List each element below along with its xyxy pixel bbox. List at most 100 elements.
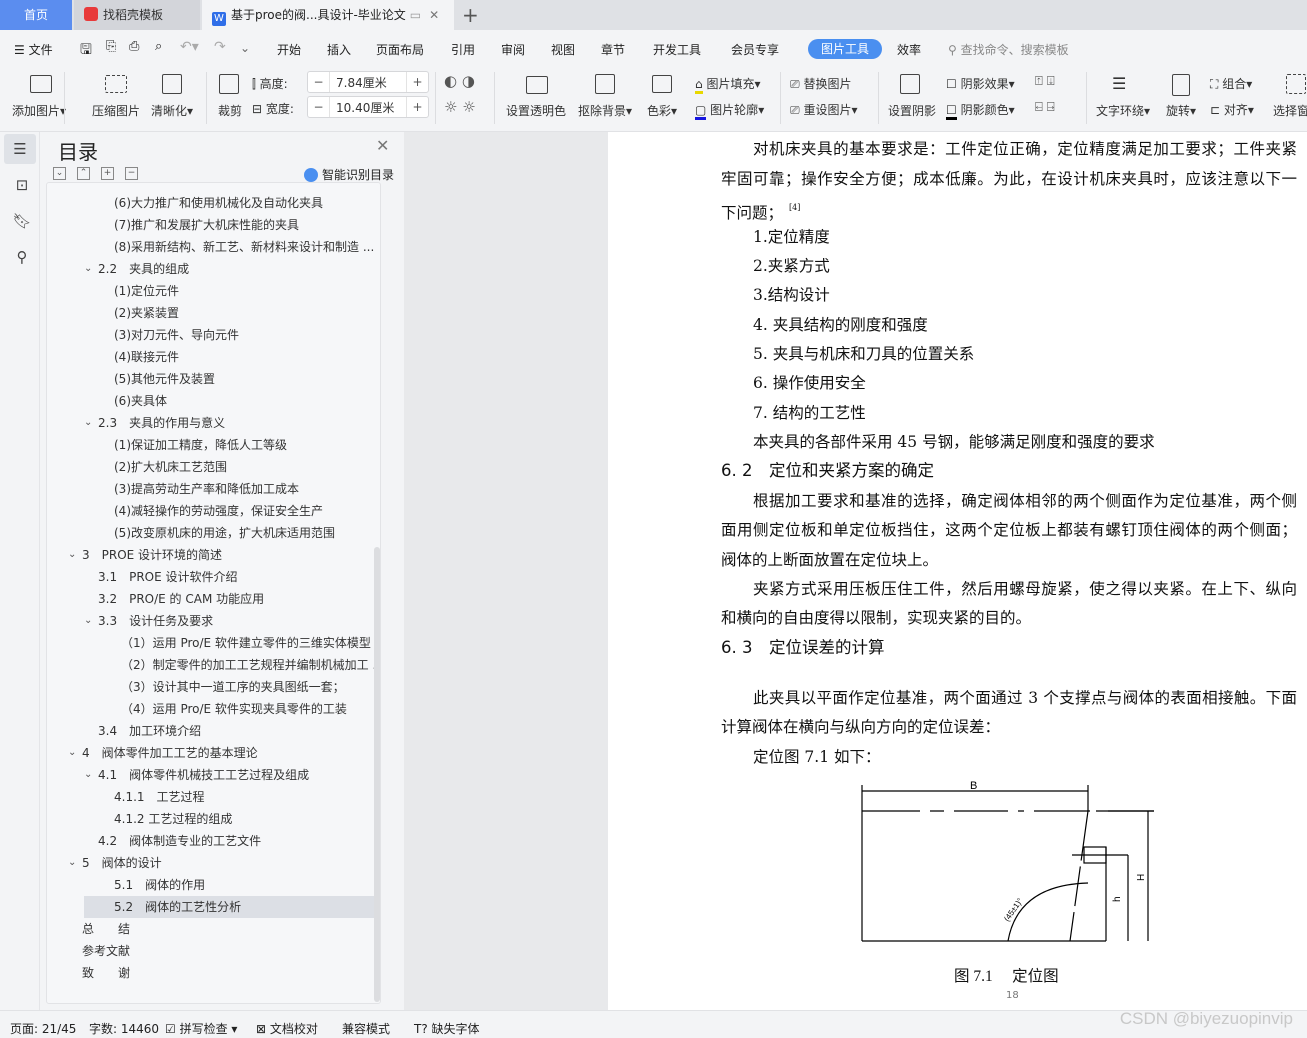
menu-member[interactable]: 会员专享 [731, 41, 779, 58]
menu-review[interactable]: 审阅 [501, 41, 525, 58]
group-button[interactable]: ⛶ 组合▾ [1210, 75, 1252, 92]
close-tab-icon[interactable]: ✕ [429, 8, 439, 22]
toc-item[interactable]: (3)对刀元件、导向元件 [114, 324, 239, 346]
command-search[interactable]: ⚲ 查找命令、搜索模板 [948, 41, 1069, 58]
redo-icon[interactable]: ↷ [214, 39, 226, 55]
toc-item[interactable]: 总 结 [82, 918, 130, 940]
replace-picture-button[interactable]: ⎚ 替换图片 [790, 75, 851, 92]
remove-background-button[interactable]: 抠除背景▾ [578, 102, 632, 119]
toc-item[interactable]: (8)采用新结构、新工艺、新材料来设计和制造 ... [114, 236, 374, 258]
chevron-down-icon[interactable]: ⌄ [84, 764, 92, 786]
toc-item[interactable]: （4）运用 Pro/E 软件实现夹具零件的工装 [121, 698, 347, 720]
menu-efficiency[interactable]: 效率 [897, 41, 921, 58]
selection-pane-button[interactable]: 选择窗 [1273, 102, 1307, 119]
picture-fill-button[interactable]: ⌂ 图片填充▾ [695, 75, 761, 94]
decrease-button[interactable]: − [308, 97, 330, 117]
add-picture-button[interactable]: 添加图片▾ [12, 102, 66, 119]
missing-font-button[interactable]: T? 缺失字体 [414, 1020, 480, 1037]
print-preview-icon[interactable]: ⌕ [155, 39, 162, 54]
toc-item[interactable]: (5)改变原机床的用途，扩大机床适用范围 [114, 522, 335, 544]
picture-outline-button[interactable]: ▢ 图片轮廓▾ [695, 101, 764, 120]
toc-item[interactable]: 3.2 PRO/E 的 CAM 功能应用 [98, 588, 264, 610]
toc-item[interactable]: (6)大力推广和使用机械化及自动化夹具 [114, 192, 323, 214]
customize-toolbar-icon[interactable]: ⌄ [240, 41, 250, 55]
reset-picture-button[interactable]: ⎚ 重设图片▾ [790, 101, 857, 118]
collapse-up-icon[interactable]: ⌃ [77, 167, 90, 180]
height-value[interactable]: 7.84厘米 [336, 74, 387, 91]
menu-developer[interactable]: 开发工具 [653, 41, 701, 58]
close-icon[interactable]: ✕ [376, 136, 389, 155]
menu-layout[interactable]: 页面布局 [376, 41, 424, 58]
brightness-icons[interactable]: ☼ ☼ [444, 98, 476, 116]
toc-item[interactable]: (2)扩大机床工艺范围 [114, 456, 227, 478]
toc-icon[interactable]: ☰ [4, 134, 36, 164]
toc-item[interactable]: 4.1.2 工艺过程的组成 [114, 808, 232, 830]
menu-picture-tools[interactable]: 图片工具 [808, 39, 882, 59]
proofread-button[interactable]: ⊠ 文档校对 [256, 1020, 318, 1037]
increase-button[interactable]: + [406, 72, 428, 92]
toc-item[interactable]: ⌄ 5 阀体的设计 [68, 852, 162, 874]
page-indicator[interactable]: 页面: 21/45 [10, 1020, 76, 1037]
expand-down-icon[interactable]: ⌄ [53, 167, 66, 180]
toc-item[interactable]: (6)夹具体 [114, 390, 167, 412]
toc-item[interactable]: 5.1 阀体的作用 [114, 874, 205, 896]
word-count[interactable]: 字数: 14460 [89, 1020, 159, 1037]
shadow-nudge-up-icons[interactable]: ⍐ ⍗ [1035, 74, 1055, 89]
print-icon[interactable]: ⎙ [129, 39, 139, 54]
toc-item[interactable]: 4.2 阀体制造专业的工艺文件 [98, 830, 261, 852]
save-icon[interactable]: 🖫 [80, 39, 92, 63]
increase-button[interactable]: + [406, 97, 428, 117]
menu-start[interactable]: 开始 [277, 41, 301, 58]
toc-item[interactable]: 参考文献 [82, 940, 130, 962]
new-tab-button[interactable]: + [462, 0, 479, 30]
toc-item[interactable]: (5)其他元件及装置 [114, 368, 215, 390]
bookmark-icon[interactable]: 🔖︎ [6, 206, 38, 236]
chevron-down-icon[interactable]: ⌄ [84, 258, 92, 280]
monitor-icon[interactable]: ▭ [410, 8, 421, 22]
chevron-down-icon[interactable]: ⌄ [68, 544, 76, 566]
tab-document[interactable]: W 基于proe的阀...具设计-毕业论文 ▭ ✕ [202, 0, 454, 30]
file-menu[interactable]: ☰ 文件 [14, 41, 53, 58]
toc-item[interactable]: (4)联接元件 [114, 346, 179, 368]
toc-item[interactable]: ⌄ 4.1 阀体零件机械技工工艺过程及组成 [84, 764, 309, 786]
toc-item[interactable]: (1)保证加工精度，降低人工等级 [114, 434, 287, 456]
shadow-nudge-side-icons[interactable]: ⍇ ⍈ [1035, 100, 1055, 115]
smart-toc-button[interactable]: 智能识别目录 [304, 166, 394, 183]
shadow-color-button[interactable]: ☐ 阴影颜色▾ [946, 101, 1015, 120]
chevron-down-icon[interactable]: ⌄ [84, 610, 92, 632]
toc-item[interactable]: （1）运用 Pro/E 软件建立零件的三维实体模型 ... [121, 632, 380, 654]
toc-item[interactable]: (1)定位元件 [114, 280, 179, 302]
menu-insert[interactable]: 插入 [327, 41, 351, 58]
outline-icon[interactable]: ⊡ [6, 170, 38, 200]
toc-item[interactable]: (3)提高劳动生产率和降低加工成本 [114, 478, 299, 500]
export-pdf-icon[interactable]: ⎘ [106, 39, 116, 54]
expand-all-icon[interactable]: + [101, 167, 114, 180]
align-button[interactable]: ⊏ 对齐▾ [1210, 101, 1254, 118]
toc-item[interactable]: 3.1 PROE 设计软件介绍 [98, 566, 238, 588]
sharpen-button[interactable]: 清晰化▾ [151, 102, 193, 119]
shadow-effect-button[interactable]: ☐ 阴影效果▾ [946, 75, 1015, 92]
toc-item[interactable]: 4.1.1 工艺过程 [114, 786, 205, 808]
decrease-button[interactable]: − [308, 72, 330, 92]
citation[interactable]: [4] [789, 203, 800, 212]
menu-chapter[interactable]: 章节 [601, 41, 625, 58]
height-stepper[interactable]: −7.84厘米 + [307, 71, 429, 93]
search-icon[interactable]: ⚲ [6, 242, 38, 272]
toc-item[interactable]: ⌄ 2.2 夹具的组成 [84, 258, 189, 280]
toc-item[interactable]: ⌄ 3 PROE 设计环境的简述 [68, 544, 222, 566]
menu-view[interactable]: 视图 [551, 41, 575, 58]
crop-button[interactable]: 裁剪 [218, 102, 242, 119]
toc-item[interactable]: (4)减轻操作的劳动强度，保证安全生产 [114, 500, 323, 522]
toc-scrollbar[interactable] [374, 547, 380, 1002]
document-page[interactable]: 对机床夹具的基本要求是：工件定位正确，定位精度满足加工要求；工件夹紧 牢固可靠；操… [608, 132, 1307, 1010]
compress-button[interactable]: 压缩图片 [92, 102, 140, 119]
menu-references[interactable]: 引用 [451, 41, 475, 58]
toc-item[interactable]: ⌄ 3.3 设计任务及要求 [84, 610, 213, 632]
set-transparent-button[interactable]: 设置透明色 [506, 102, 566, 119]
text-wrap-button[interactable]: 文字环绕▾ [1096, 102, 1150, 119]
toc-item[interactable]: (2)夹紧装置 [114, 302, 179, 324]
tab-template[interactable]: 找稻壳模板 [74, 0, 200, 30]
toc-item[interactable]: 5.2 阀体的工艺性分析 [84, 896, 376, 918]
toc-item[interactable]: (7)推广和发展扩大机床性能的夹具 [114, 214, 299, 236]
tab-home[interactable]: 首页 [0, 0, 72, 30]
